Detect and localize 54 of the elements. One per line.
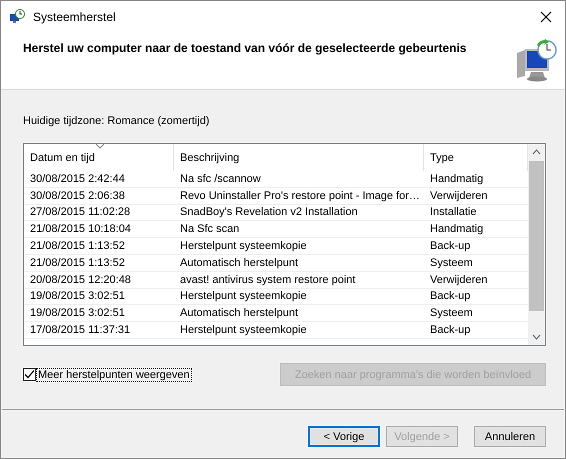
dialog-heading: Herstel uw computer naar de toestand van vóór de geselecteerde gebeurtenis [23, 41, 468, 55]
table-cell-text: Na Sfc scan [179, 222, 240, 238]
table-cell-text: Automatisch herstelpunt [179, 256, 300, 271]
table-cell-text: Systeem [429, 306, 474, 322]
table-cell-text: Na sfc /scannow [179, 172, 262, 187]
checkbox-label[interactable]: Meer herstelpunten weergeven [37, 368, 191, 380]
scroll-thumb[interactable] [529, 161, 544, 311]
table-cell-text: 21/08/2015 1:13:52 [29, 256, 126, 271]
table-row[interactable]: 19/08/2015 3:02:51 Herstelpunt systeemkopie Back-up [24, 288, 528, 306]
table-cell-text: Back-up [429, 289, 472, 304]
timezone-label: Huidige tijdzone: Romance (zomertijd) [23, 115, 210, 127]
table-cell-text: Verwijderen [429, 188, 488, 204]
table-row[interactable]: 20/08/2015 12:20:48 avast! antivirus system restore point Verwijderen [24, 272, 528, 289]
column-header[interactable]: Beschrijving [174, 144, 424, 171]
table-cell-text: 19/08/2015 3:02:51 [29, 306, 126, 322]
window-title: Systeemherstel [33, 10, 117, 24]
table-cell-text: Herstelpunt systeemkopie [179, 239, 308, 254]
table-cell-text: 20/08/2015 12:20:48 [29, 272, 132, 288]
table-cell-text: Herstelpunt systeemkopie [179, 323, 308, 338]
table-cell-text: 17/08/2015 11:37:31 [29, 323, 132, 338]
system-restore-icon [9, 9, 25, 25]
table-cell-text: 19/08/2015 3:02:51 [29, 289, 126, 304]
table-cell-text: Revo Uninstaller Pro's restore point - Image for… [179, 188, 421, 204]
table-cell-text: avast! antivirus system restore point [179, 272, 356, 288]
table-cell-text: Systeem [429, 256, 474, 271]
table-cell-text: 21/08/2015 1:13:52 [29, 239, 126, 254]
table-cell-text: 30/08/2015 2:42:44 [29, 172, 126, 187]
table-row[interactable]: 30/08/2015 2:06:38 Revo Uninstaller Pro's restore point - Image for… Verwijderen [24, 188, 528, 205]
dialog-button[interactable]: Annuleren [474, 426, 546, 447]
scrollbar[interactable] [528, 144, 545, 345]
table-cell-text: 30/08/2015 2:06:38 [29, 188, 126, 204]
checkbox[interactable] [23, 368, 36, 381]
table-cell-text: Back-up [429, 239, 472, 254]
table-row[interactable]: 17/08/2015 11:37:31 Herstelpunt systeemkopie Back-up [24, 322, 528, 339]
column-header[interactable]: Datum en tijd [24, 144, 174, 171]
table-row[interactable]: 27/08/2015 11:02:28 SnadBoy's Revelation v2 Installation Installatie [24, 204, 528, 222]
table-row[interactable]: 19/08/2015 3:02:51 Automatisch herstelpunt Systeem [24, 305, 528, 322]
table-cell-text: 27/08/2015 11:02:28 [29, 205, 132, 220]
table-row[interactable]: 21/08/2015 10:18:04 Na Sfc scan Handmatig [24, 221, 528, 238]
close-icon[interactable] [540, 11, 552, 23]
table-cell-text: Handmatig [429, 222, 484, 238]
table-row[interactable]: 21/08/2015 1:13:52 Automatisch herstelpunt Systeem [24, 254, 528, 272]
table-cell-text: Back-up [429, 323, 472, 338]
table-cell-text: Installatie [429, 205, 478, 220]
table-cell-text: Automatisch herstelpunt [179, 306, 300, 322]
table-cell-text: Herstelpunt systeemkopie [179, 289, 308, 304]
table-cell-text: Handmatig [429, 172, 484, 187]
monitor-clock-icon [515, 39, 557, 83]
table-row[interactable]: 30/08/2015 2:42:44 Na sfc /scannow Handmatig [24, 171, 528, 188]
table-cell-text: SnadBoy's Revelation v2 Installation [179, 205, 359, 220]
table-cell-text: 21/08/2015 10:18:04 [29, 222, 132, 238]
table-row[interactable]: 21/08/2015 1:13:52 Herstelpunt systeemkopie Back-up [24, 238, 528, 255]
table-cell-text: Verwijderen [429, 272, 488, 288]
dialog-button[interactable]: < Vorige [308, 426, 380, 447]
